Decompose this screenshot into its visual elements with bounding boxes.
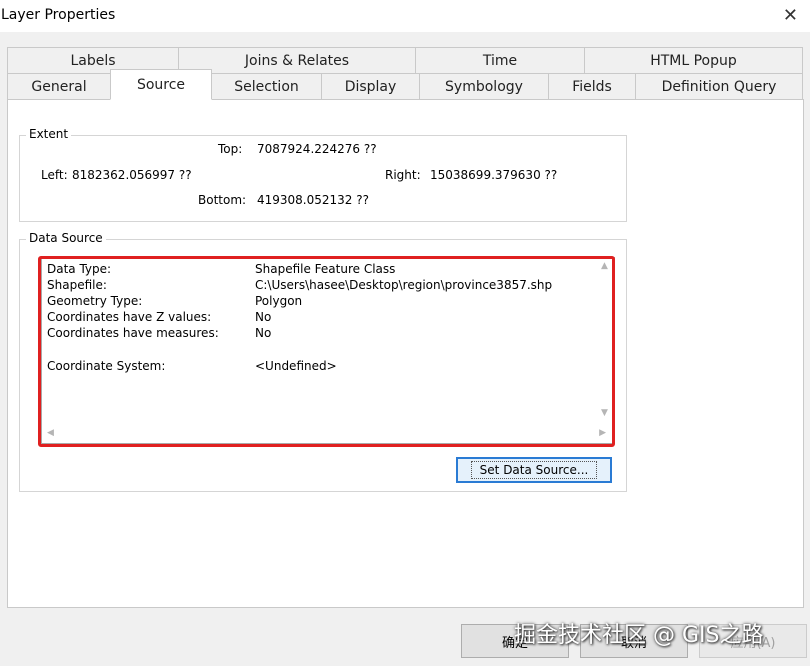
extent-right-value: 15038699.379630 ??: [430, 168, 558, 182]
title-bar: Layer Properties ✕: [0, 0, 810, 32]
info-value-z-values: No: [255, 310, 272, 324]
extent-left-value: 8182362.056997 ??: [72, 168, 192, 182]
window-title: Layer Properties: [1, 7, 116, 23]
watermark: 掘金技术社区 @ GIS之路: [514, 623, 764, 648]
set-data-source-label: Set Data Source...: [470, 461, 598, 479]
tab-source[interactable]: Source: [110, 69, 212, 100]
tab-time[interactable]: Time: [415, 47, 585, 74]
tab-selection[interactable]: Selection: [211, 73, 322, 100]
info-label-data-type: Data Type:: [47, 262, 112, 276]
tab-symbology[interactable]: Symbology: [419, 73, 549, 100]
extent-legend: Extent: [26, 127, 72, 141]
tab-fields[interactable]: Fields: [548, 73, 636, 100]
scroll-up-icon[interactable]: ▲: [601, 261, 608, 271]
tab-general[interactable]: General: [7, 73, 111, 100]
scroll-right-icon[interactable]: ▶: [599, 428, 606, 438]
extent-right-label: Right:: [385, 168, 421, 182]
info-label-coordinate-system: Coordinate System:: [47, 359, 166, 373]
vertical-scrollbar[interactable]: ▲ ▼: [597, 258, 614, 428]
tab-definition-query[interactable]: Definition Query: [635, 73, 803, 100]
scroll-down-icon[interactable]: ▼: [601, 408, 608, 418]
data-source-info-box[interactable]: Data Type: Shapefile Feature Class Shape…: [41, 257, 615, 444]
horizontal-scrollbar[interactable]: ◀ ▶: [42, 426, 614, 443]
tab-display[interactable]: Display: [321, 73, 420, 100]
tab-html-popup[interactable]: HTML Popup: [584, 47, 803, 74]
close-icon[interactable]: ✕: [783, 5, 798, 26]
info-value-geometry-type: Polygon: [255, 294, 303, 308]
set-data-source-button[interactable]: Set Data Source...: [456, 457, 612, 483]
info-label-z-values: Coordinates have Z values:: [47, 310, 212, 324]
extent-top-value: 7087924.224276 ??: [257, 142, 377, 156]
tab-panel-source: Extent Top: 7087924.224276 ?? Left: 8182…: [7, 99, 804, 608]
info-label-measures: Coordinates have measures:: [47, 326, 219, 340]
extent-top-label: Top:: [218, 142, 243, 156]
info-value-shapefile: C:\Users\hasee\Desktop\region\province38…: [255, 278, 553, 292]
info-value-data-type: Shapefile Feature Class: [255, 262, 396, 276]
info-value-measures: No: [255, 326, 272, 340]
data-source-legend: Data Source: [26, 231, 106, 245]
extent-group: Extent Top: 7087924.224276 ?? Left: 8182…: [19, 127, 627, 222]
extent-left-label: Left:: [41, 168, 68, 182]
extent-bottom-label: Bottom:: [198, 193, 247, 207]
info-label-geometry-type: Geometry Type:: [47, 294, 143, 308]
scroll-left-icon[interactable]: ◀: [47, 428, 54, 438]
tab-joins-relates[interactable]: Joins & Relates: [178, 47, 416, 74]
extent-bottom-value: 419308.052132 ??: [257, 193, 369, 207]
info-label-shapefile: Shapefile:: [47, 278, 107, 292]
info-value-coordinate-system: <Undefined>: [255, 359, 337, 373]
